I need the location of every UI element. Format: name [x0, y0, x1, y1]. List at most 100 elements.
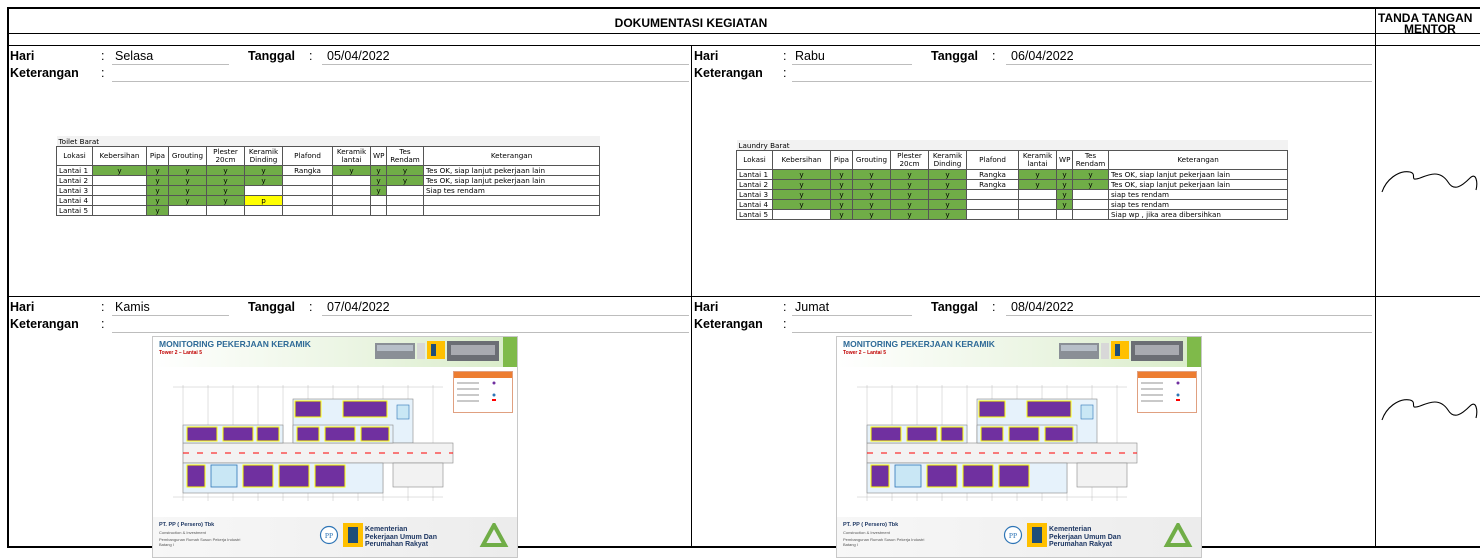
table-cell: y	[146, 195, 169, 206]
keterangan-underline	[792, 81, 1372, 82]
table-cell: Siap tes rendam	[422, 185, 601, 196]
column-header: Tes Rendam	[386, 146, 424, 166]
table-cell	[772, 209, 831, 220]
table-cell: y	[852, 179, 891, 190]
column-header: Kebersihan	[772, 150, 831, 170]
table-cell: Tes OK, siap lanjut pekerjaan lain	[1107, 179, 1289, 190]
table-cell: y	[830, 169, 853, 180]
column-header: Grouting	[852, 150, 891, 170]
column-divider	[691, 45, 692, 548]
table-cell	[966, 209, 1019, 220]
column-header: Keramik Dinding	[928, 150, 967, 170]
tanggal-colon: :	[309, 300, 313, 314]
table-row: Lantai 4 y y y y y y siap tes rendam	[736, 199, 1289, 210]
monitoring-subtitle: Tower 2 – Lantai 5	[843, 350, 886, 356]
table-cell: y	[852, 209, 891, 220]
column-header: WP	[1056, 150, 1073, 170]
tanggal-underline	[322, 315, 689, 316]
column-header: Keramik lantai	[332, 146, 371, 166]
tanggal-value: 08/04/2022	[1011, 300, 1074, 314]
site-photos	[375, 341, 499, 361]
table-cell	[244, 205, 283, 216]
tanggal-underline	[1006, 64, 1372, 65]
column-header: Tes Rendam	[1072, 150, 1109, 170]
table-cell	[282, 195, 333, 206]
table-cell: y	[1056, 199, 1073, 210]
table-row: Lantai 2 y y y y y Rangka y y y Tes OK, siap lanju…	[736, 179, 1289, 190]
table-cell	[1018, 189, 1057, 200]
monitoring-footer: PT. PP ( Persero) Tbk Construction & Inv…	[153, 517, 517, 557]
table-cell: y	[772, 189, 831, 200]
table-cell	[332, 185, 371, 196]
table-cell: Lantai 5	[56, 205, 93, 216]
hari-label: Hari	[10, 49, 35, 63]
hari-colon: :	[101, 49, 105, 63]
column-header: Plafond	[966, 150, 1019, 170]
hari-value: Rabu	[795, 49, 825, 63]
table-cell: Tes OK, siap lanjut pekerjaan lain	[422, 165, 601, 176]
column-header: WP	[370, 146, 387, 166]
table-cell: y	[852, 199, 891, 210]
table-cell: Lantai 4	[736, 199, 773, 210]
column-header: Grouting	[168, 146, 207, 166]
table-cell	[92, 195, 147, 206]
hari-value: Jumat	[795, 300, 830, 314]
table-cell	[1072, 209, 1109, 220]
table-cell: y	[1018, 179, 1057, 190]
table-cell	[332, 195, 371, 206]
recycle-icon	[1163, 523, 1193, 547]
monitoring-title: MONITORING PEKERJAAN KERAMIK	[843, 339, 995, 349]
pp-logo-text: PP	[325, 531, 333, 540]
table-cell: y	[386, 175, 424, 186]
company-sub: Construction & Investment	[159, 530, 206, 535]
table-cell: y	[92, 165, 147, 176]
monitoring-footer: PT. PP ( Persero) Tbk Construction & Inv…	[837, 517, 1201, 557]
column-header: Lokasi	[56, 146, 93, 166]
table-cell: y	[890, 199, 929, 210]
tanggal-colon: :	[992, 49, 996, 63]
hari-label: Hari	[10, 300, 35, 314]
project-name: Pembangunan Rumah Susun Pekerja Industri…	[843, 537, 925, 547]
table-cell	[282, 175, 333, 186]
table-cell	[92, 185, 147, 196]
table-cell: Lantai 2	[736, 179, 773, 190]
pupr-logo-icon	[343, 523, 363, 547]
table-row: Lantai 5 y y y y Siap wp , jika area dibersih…	[736, 209, 1289, 220]
table-cell	[282, 185, 333, 196]
keterangan-colon: :	[783, 66, 787, 80]
hari-underline	[112, 64, 229, 65]
laundry-barat-table: Laundry Barat Lokasi Kebersihan Pipa Groutin…	[736, 140, 1289, 220]
table-cell	[966, 199, 1019, 210]
table-cell	[168, 205, 207, 216]
tanggal-label: Tanggal	[931, 300, 978, 314]
table-row: Lantai 1 y y y y y Rangka y y y Tes OK, siap lanju…	[736, 169, 1289, 180]
table-cell: y	[830, 189, 853, 200]
table-cell	[386, 185, 424, 196]
toilet-barat-title: Toilet Barat	[56, 136, 600, 147]
table-cell: Lantai 2	[56, 175, 93, 186]
table-cell	[1018, 209, 1057, 220]
recycle-icon	[479, 523, 509, 547]
column-header: Pipa	[146, 146, 169, 166]
table-cell: Rangka	[966, 169, 1019, 180]
ministry-name: Kementerian Pekerjaan Umum Dan Perumahan…	[365, 526, 437, 548]
table-cell: y	[146, 165, 169, 176]
table-cell: Lantai 1	[56, 165, 93, 176]
pupr-logo-icon	[1027, 523, 1047, 547]
table-cell: Lantai 1	[736, 169, 773, 180]
table-cell: Lantai 4	[56, 195, 93, 206]
hari-label: Hari	[694, 300, 719, 314]
monitoring-subtitle: Tower 2 – Lantai 5	[159, 350, 202, 356]
table-cell	[332, 205, 371, 216]
laundry-barat-title-row: Laundry Barat	[736, 140, 1288, 151]
table-cell: y	[890, 209, 929, 220]
table-cell: y	[830, 199, 853, 210]
table-cell	[370, 195, 387, 206]
table-cell: Tes OK, siap lanjut pekerjaan lain	[422, 175, 601, 186]
company-sub: Construction & Investment	[843, 530, 890, 535]
mentor-header: MENTOR	[1404, 22, 1456, 36]
keterangan-underline	[112, 332, 689, 333]
ministry-name: Kementerian Pekerjaan Umum Dan Perumahan…	[1049, 526, 1121, 548]
table-cell	[422, 195, 601, 206]
company-name: PT. PP ( Persero) Tbk	[159, 522, 215, 528]
